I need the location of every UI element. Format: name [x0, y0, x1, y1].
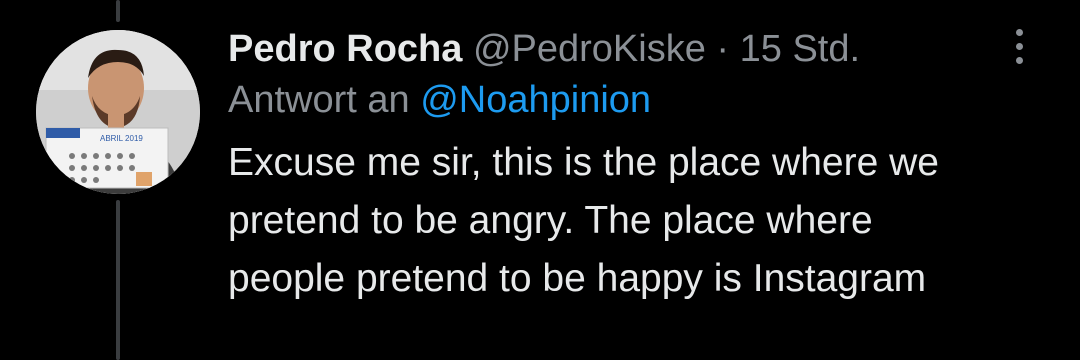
reply-context: Antwort an @Noahpinion: [228, 74, 1020, 126]
avatar-photo: ABRIL 2019: [36, 30, 200, 194]
tweet-text: Excuse me sir, this is the place where w…: [228, 134, 1048, 308]
avatar[interactable]: ABRIL 2019: [36, 30, 200, 194]
tweet-header: Pedro Rocha @PedroKiske · 15 Std.: [228, 24, 1020, 74]
tweet-content: Pedro Rocha @PedroKiske · 15 Std. Antwor…: [228, 24, 1020, 308]
author-handle[interactable]: @PedroKiske: [473, 28, 706, 70]
author-name[interactable]: Pedro Rocha: [228, 28, 462, 70]
more-vertical-icon[interactable]: [1004, 22, 1034, 70]
more-dot: [1015, 28, 1023, 36]
calendar-photo: ABRIL 2019: [45, 127, 169, 189]
tweet-text-line: people pretend to be happy is Instagram: [228, 257, 927, 300]
tweet-text-line: pretend to be angry. The place where: [228, 199, 873, 242]
reply-to-handle[interactable]: @Noahpinion: [420, 79, 651, 121]
calendar-label: ABRIL 2019: [100, 134, 143, 143]
tweet-text-line: Excuse me sir, this is the place where w…: [228, 141, 939, 184]
reply-prefix: Antwort an: [228, 79, 410, 121]
more-dot: [1015, 42, 1023, 50]
thread-line-bottom: [116, 200, 120, 360]
thread-line-top: [116, 0, 120, 22]
header-separator: ·: [716, 28, 730, 70]
tweet-timestamp[interactable]: 15 Std.: [740, 28, 860, 70]
more-dot: [1015, 56, 1023, 64]
